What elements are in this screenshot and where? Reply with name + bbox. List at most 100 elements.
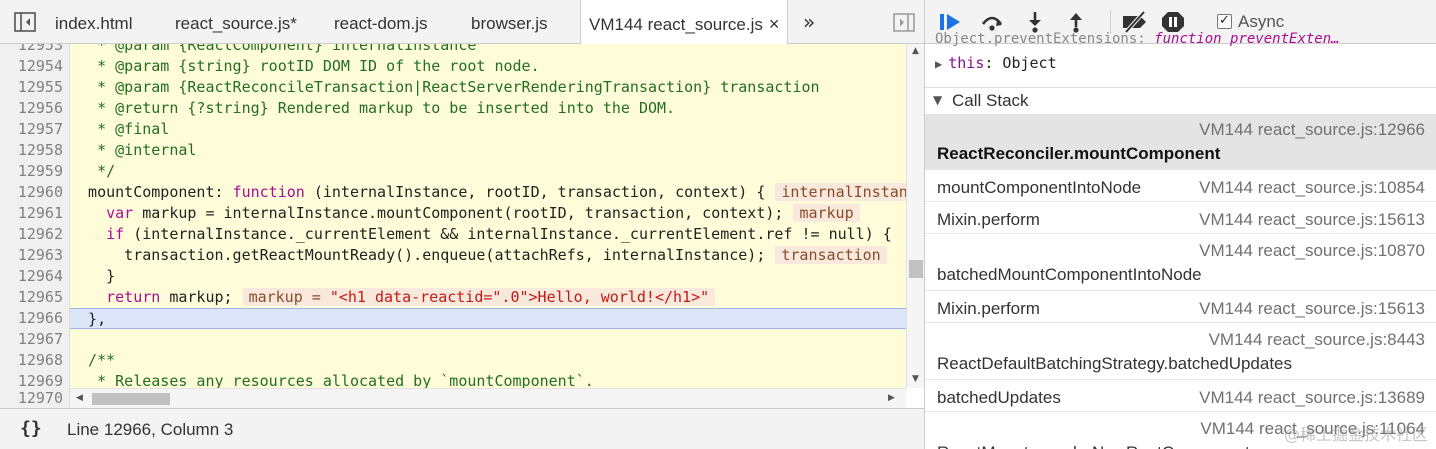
code-text: return [106, 288, 161, 306]
file-tab[interactable]: react_source.js* [175, 0, 297, 44]
frame-function-name: batchedUpdates [937, 388, 1061, 407]
line-number: 12955 [17, 78, 63, 96]
code-line: transaction.getReactMountReady().enqueue… [70, 245, 906, 266]
call-stack-frame[interactable]: VM144 react_source.js:15613 Mixin.perform [925, 203, 1436, 234]
scroll-left-arrow-icon[interactable]: ◀ [76, 393, 83, 403]
line-number: 12966 [17, 309, 63, 327]
vertical-scroll-thumb[interactable] [909, 260, 923, 278]
file-tab-bar: index.html react_source.js* react-dom.js br… [0, 0, 924, 45]
code-text: var [106, 204, 134, 222]
deactivate-breakpoints-icon[interactable] [1120, 11, 1150, 33]
call-stack-frame[interactable]: VM144 react_source.js:15613 Mixin.perform [925, 292, 1436, 323]
call-stack-frame[interactable]: VM144 react_source.js:8443 ReactDefaultBa… [925, 324, 1436, 380]
file-tab[interactable]: react-dom.js [334, 0, 428, 44]
code-text: * @param {ReactComponent} internalInstan… [70, 44, 477, 54]
more-tabs-button[interactable]: » [803, 10, 815, 34]
watermark: @稀土掘金技术社区 [1283, 425, 1428, 444]
line-number: 12967 [17, 330, 63, 348]
this-value: Object [1002, 54, 1057, 72]
code-line: mountComponent: function (internalInstan… [70, 182, 906, 203]
status-bar: {} Line 12966, Column 3 [0, 408, 924, 449]
async-checkbox-box[interactable] [1217, 12, 1232, 29]
cursor-position: Line 12966, Column 3 [67, 420, 234, 439]
inline-variable-value[interactable]: internalInstance [775, 183, 906, 201]
step-over-icon[interactable] [980, 11, 1004, 33]
inline-variable-value[interactable]: transaction [775, 246, 887, 264]
inline-variable-value[interactable]: markup [793, 204, 860, 222]
line-number: 12959 [17, 162, 63, 180]
frame-location[interactable]: VM144 react_source.js:8443 [1209, 330, 1425, 350]
file-tab-label: react-dom.js [334, 14, 428, 33]
line-number: 12958 [17, 141, 63, 159]
code-line: * @param {string} rootID DOM ID of the r… [70, 56, 906, 77]
scroll-down-arrow-icon[interactable]: ▼ [912, 374, 919, 384]
call-stack-frame[interactable]: VM144 react_source.js:10854 mountComponen… [925, 171, 1436, 202]
line-number: 12963 [17, 246, 63, 264]
inline-variable-value[interactable]: markup = "<h1 data-reactid=".0">Hello, w… [242, 288, 716, 306]
file-tab[interactable]: browser.js [471, 0, 548, 44]
frame-function-name: ReactDefaultBatchingStrategy.batchedUpda… [937, 354, 1293, 373]
expand-triangle-icon[interactable]: ▶ [935, 57, 942, 71]
close-tab-icon[interactable]: × [769, 14, 780, 34]
frame-location[interactable]: VM144 react_source.js:15613 [1199, 299, 1425, 319]
pause-on-exceptions-icon[interactable] [1161, 11, 1185, 33]
code-text: * @final [70, 120, 170, 138]
code-text: if [106, 225, 125, 243]
frame-location[interactable]: VM144 react_source.js:12966 [1199, 120, 1425, 140]
file-tab-label: index.html [55, 14, 133, 33]
code-text: mountComponent: [70, 183, 233, 201]
frame-location[interactable]: VM144 react_source.js:10870 [1199, 241, 1425, 261]
call-stack-frame[interactable]: VM144 react_source.js:13689 batchedUpdate… [925, 381, 1436, 412]
call-stack-title: Call Stack [952, 91, 1029, 110]
code-line: if (internalInstance._currentElement && … [70, 224, 906, 245]
code-line: * Releases any resources allocated by `m… [70, 371, 906, 388]
scroll-right-arrow-icon[interactable]: ▶ [888, 393, 895, 403]
line-number: 12956 [17, 99, 63, 117]
code-line: * @param {ReactReconcileTransaction|Reac… [70, 77, 906, 98]
code-line: * @return {?string} Rendered markup to b… [70, 98, 906, 119]
call-stack-header[interactable]: ▼ Call Stack [925, 87, 1436, 113]
code-area[interactable]: * @param {ReactComponent} internalInstan… [70, 44, 906, 388]
frame-function-name: mountComponentIntoNode [937, 178, 1142, 197]
line-number: 12961 [17, 204, 63, 222]
frame-function-name: batchedMountComponentIntoNode [937, 265, 1202, 284]
code-text: /** [70, 351, 116, 369]
file-tab[interactable]: VM144 react_source.js × [580, 0, 789, 45]
horizontal-scroll-thumb[interactable] [92, 393, 170, 405]
step-into-icon[interactable] [1023, 11, 1047, 33]
async-checkbox[interactable]: Async [1217, 12, 1284, 32]
this-label: this [948, 54, 985, 72]
frame-location[interactable]: VM144 react_source.js:10854 [1199, 178, 1425, 198]
step-out-icon[interactable] [1064, 11, 1088, 33]
scroll-up-arrow-icon[interactable]: ▲ [912, 46, 919, 56]
sources-editor-pane: index.html react_source.js* react-dom.js br… [0, 0, 924, 449]
code-text: (internalInstance, rootID, transaction, … [304, 183, 766, 201]
code-text: (internalInstance._currentElement && int… [124, 225, 892, 243]
pretty-print-button[interactable]: {} [20, 418, 42, 439]
toggle-navigator-icon[interactable] [14, 12, 36, 32]
resume-icon[interactable] [938, 11, 962, 33]
line-number: 12960 [17, 183, 63, 201]
scope-truncated-property[interactable]: Object.preventExtensions: function preve… [935, 31, 1340, 47]
code-line: * @final [70, 119, 906, 140]
call-stack-frame[interactable]: VM144 react_source.js:10870 batchedMountC… [925, 235, 1436, 291]
scope-this-row[interactable]: ▶ this: Object [935, 54, 1057, 72]
frame-location[interactable]: VM144 react_source.js:13689 [1199, 388, 1425, 408]
vertical-scrollbar[interactable]: ▲ ▼ [906, 44, 924, 388]
code-text: markup = internalInstance.mountComponent… [133, 204, 784, 222]
line-number: 12965 [17, 288, 63, 306]
file-tab[interactable]: index.html [55, 0, 132, 44]
line-number-gutter[interactable]: 12953 12954 12955 12956 12957 12958 12959 12960… [0, 44, 70, 388]
collapse-triangle-icon[interactable]: ▼ [933, 93, 942, 107]
line-number: 12953 [17, 44, 63, 54]
code-text: * @return {?string} Rendered markup to b… [70, 99, 676, 117]
call-stack-frame[interactable]: VM144 react_source.js:12966 ReactReconcil… [925, 114, 1436, 170]
frame-location[interactable]: VM144 react_source.js:15613 [1199, 210, 1425, 230]
horizontal-scrollbar[interactable]: ◀ ▶ [70, 388, 906, 408]
code-editor[interactable]: 12953 12954 12955 12956 12957 12958 12959 12960… [0, 44, 906, 388]
line-number: 12969 [17, 372, 63, 388]
toggle-debugger-icon[interactable] [893, 13, 915, 32]
code-text: } [70, 267, 116, 285]
frame-function-name: ReactMount._renderNewRootComponent [937, 443, 1250, 449]
